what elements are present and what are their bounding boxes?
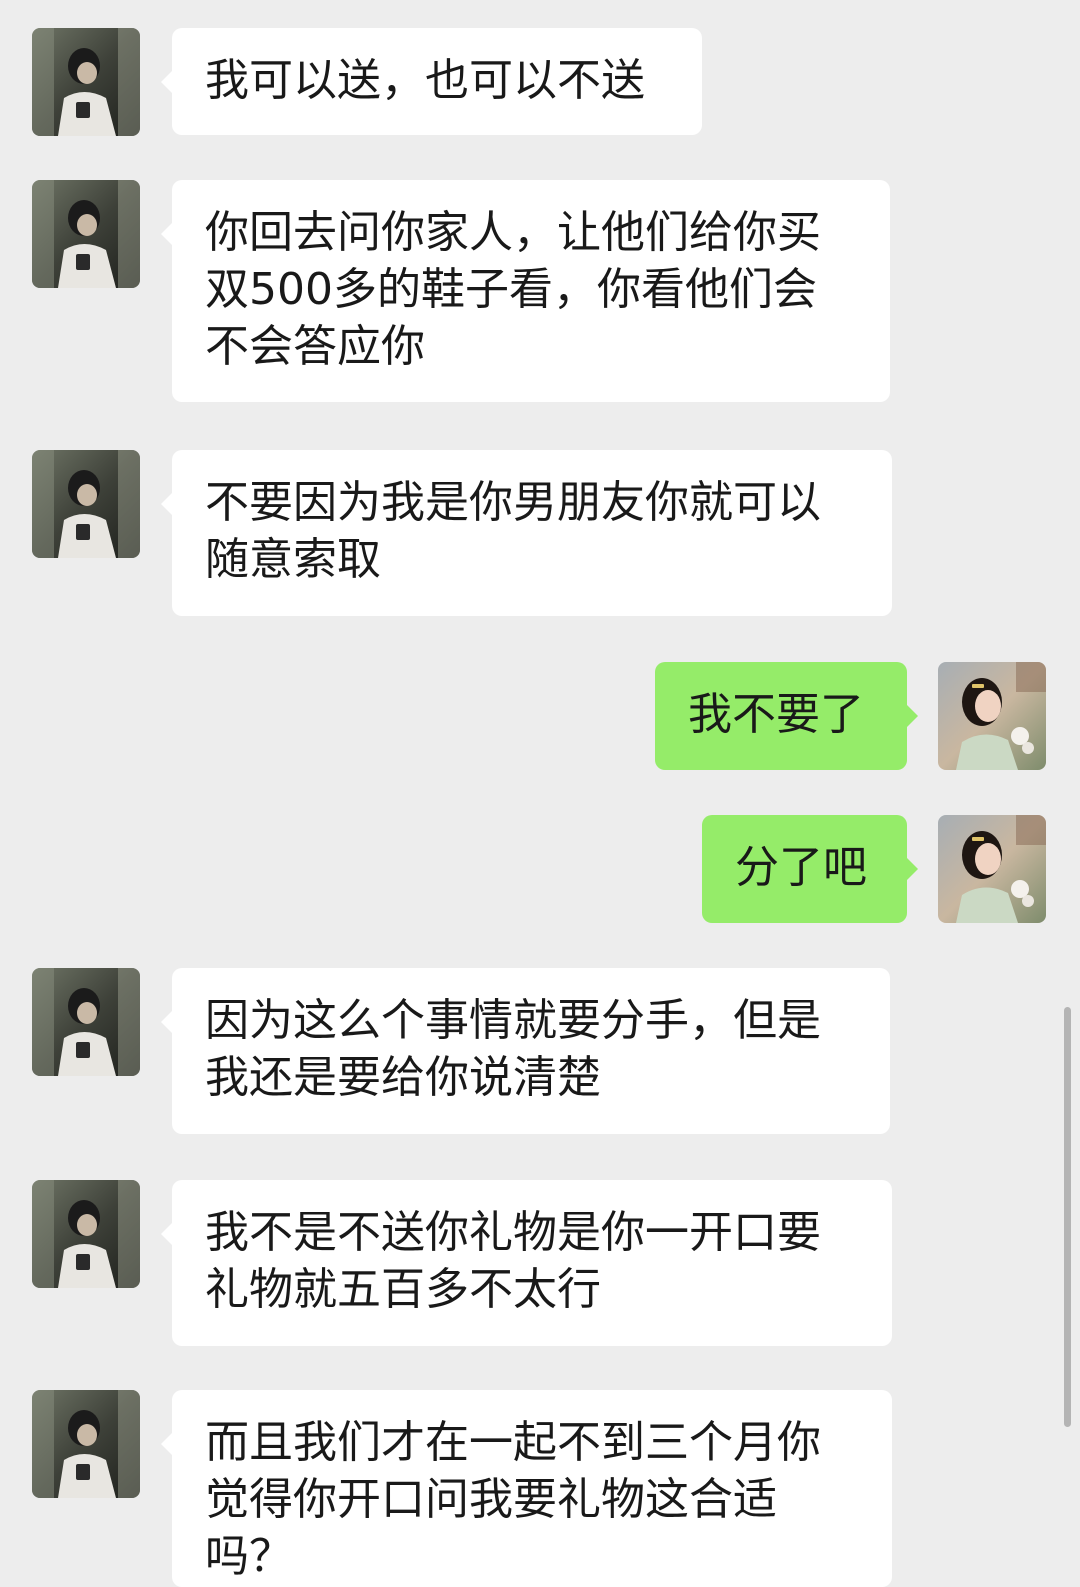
chat-bubble-incoming[interactable]: 因为这么个事情就要分手，但是我还是要给你说清楚 xyxy=(161,968,890,1134)
boyfriend-avatar-icon[interactable] xyxy=(32,1390,140,1498)
boyfriend-avatar-icon[interactable] xyxy=(32,180,140,288)
chat-bubble-incoming[interactable]: 我可以送，也可以不送 xyxy=(161,28,702,135)
chat-bubble-outgoing[interactable]: 分了吧 xyxy=(702,815,918,923)
self-avatar-icon[interactable] xyxy=(938,815,1046,923)
chat-bubble-incoming[interactable]: 不要因为我是你男朋友你就可以随意索取 xyxy=(161,450,892,616)
boyfriend-avatar-icon[interactable] xyxy=(32,450,140,558)
self-avatar-icon[interactable] xyxy=(938,662,1046,770)
chat-bubble-outgoing[interactable]: 我不要了 xyxy=(655,662,918,770)
boyfriend-avatar-icon[interactable] xyxy=(32,28,140,136)
chat-bubble-incoming[interactable]: 你回去问你家人，让他们给你买双500多的鞋子看，你看他们会不会答应你 xyxy=(161,180,890,402)
boyfriend-avatar-icon[interactable] xyxy=(32,968,140,1076)
chat-bubble-incoming[interactable]: 我不是不送你礼物是你一开口要礼物就五百多不太行 xyxy=(161,1180,892,1346)
chat-bubble-incoming[interactable]: 而且我们才在一起不到三个月你觉得你开口问我要礼物这合适吗？ xyxy=(161,1390,892,1587)
chat-scrollbar[interactable] xyxy=(1064,1007,1071,1427)
boyfriend-avatar-icon[interactable] xyxy=(32,1180,140,1288)
